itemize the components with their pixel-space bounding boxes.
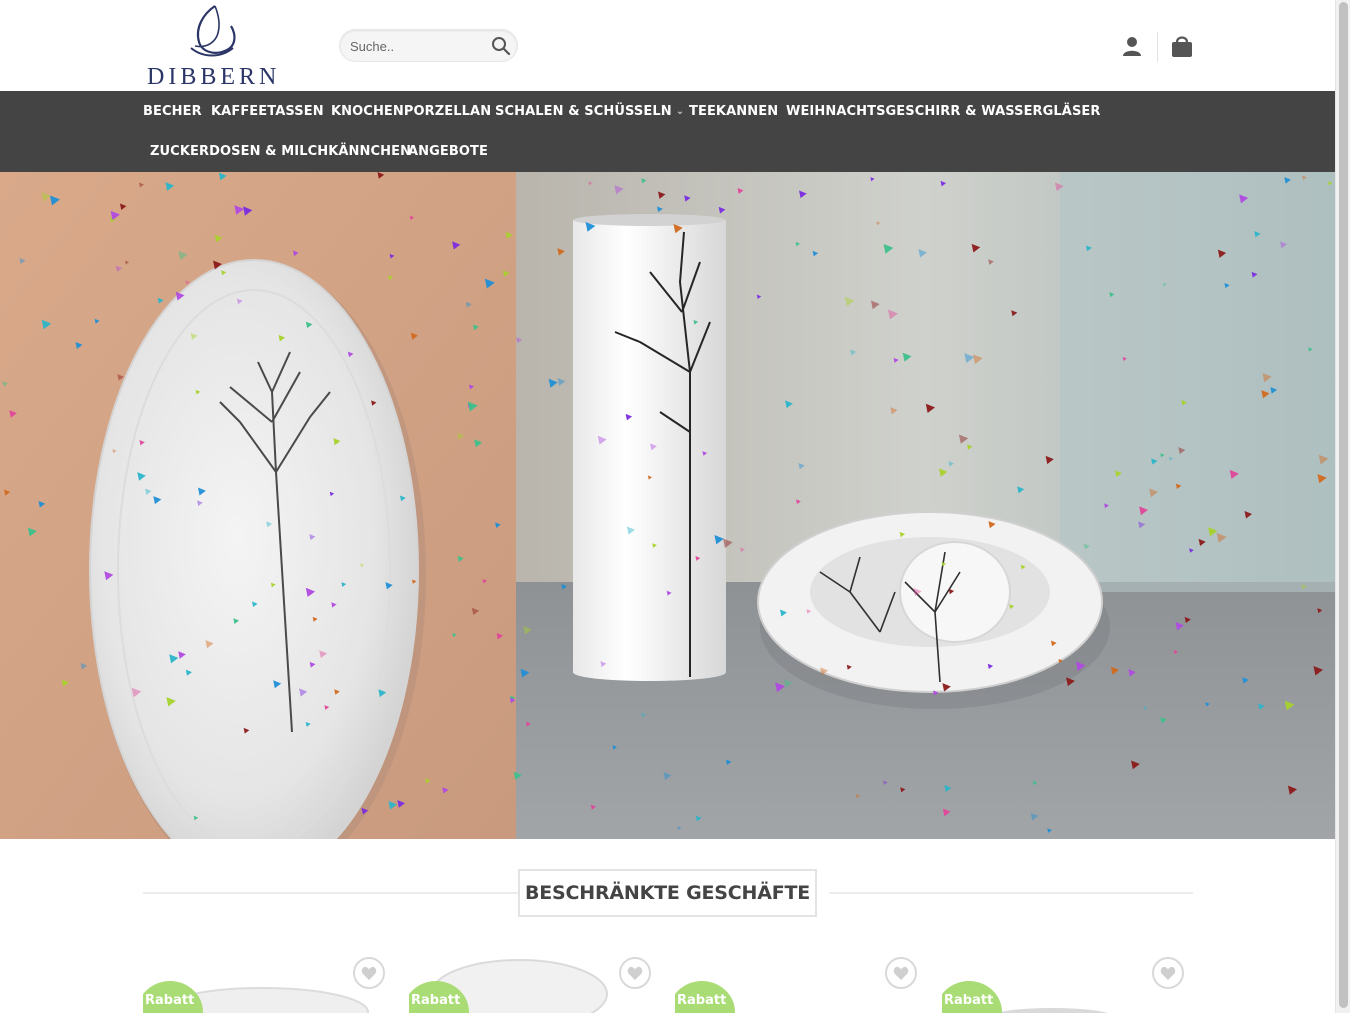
main-navigation: BECHER KAFFEETASSEN KNOCHENPORZELLAN SCH… (0, 91, 1335, 172)
wishlist-button[interactable] (353, 957, 385, 989)
wishlist-button[interactable] (1152, 957, 1184, 989)
site-header: DIBBERN (0, 0, 1335, 91)
heart-icon (1160, 966, 1176, 980)
search-button[interactable] (490, 35, 512, 57)
nav-item-label: ANGEBOTE (408, 144, 488, 159)
hero-image (0, 172, 1335, 839)
product-card[interactable]: Rabatt (942, 950, 1192, 1013)
product-card[interactable]: Rabatt (409, 950, 659, 1013)
user-icon (1123, 37, 1141, 56)
logo-bird-icon (190, 5, 236, 57)
nav-item-label: KNOCHENPORZELLAN (331, 104, 492, 119)
chevron-down-icon: ⌄ (675, 106, 685, 117)
nav-item-weihnachtsgeschirr[interactable]: WEIHNACHTSGESCHIRR & WASSERGLÄSER (786, 104, 1101, 119)
discount-badge: Rabatt (675, 981, 735, 1013)
nav-item-schalen-schuesseln[interactable]: SCHALEN & SCHÜSSELN ⌄ (495, 104, 684, 119)
product-card[interactable]: Rabatt (675, 950, 925, 1013)
account-button[interactable] (1120, 34, 1144, 58)
heart-icon (361, 966, 377, 980)
nav-item-label: KAFFEETASSEN (211, 104, 324, 119)
search-icon (492, 37, 511, 56)
search-box (339, 29, 518, 62)
logo-wordmark: DIBBERN (147, 64, 281, 90)
section-title-box: BESCHRÄNKTE GESCHÄFTE (518, 869, 817, 917)
search-input[interactable] (350, 36, 485, 56)
badge-label: Rabatt (145, 993, 195, 1008)
nav-item-angebote[interactable]: ANGEBOTE (408, 144, 488, 159)
section-heading: BESCHRÄNKTE GESCHÄFTE (143, 869, 1193, 917)
header-divider (1157, 32, 1158, 62)
page: DIBBERN BECHER (0, 0, 1335, 1013)
nav-item-label: TEEKANNEN (689, 104, 779, 119)
nav-item-teekannen[interactable]: TEEKANNEN (689, 104, 778, 119)
badge-label: Rabatt (411, 993, 461, 1008)
hero-banner[interactable] (0, 172, 1335, 839)
cart-icon (1172, 36, 1192, 57)
section-divider-left (143, 892, 518, 894)
badge-label: Rabatt (677, 993, 727, 1008)
nav-item-knochenporzellan[interactable]: KNOCHENPORZELLAN (331, 104, 491, 119)
nav-item-kaffeetassen[interactable]: KAFFEETASSEN (211, 104, 324, 119)
nav-item-label: WEIHNACHTSGESCHIRR & WASSERGLÄSER (786, 104, 1101, 119)
heart-icon (893, 966, 909, 980)
badge-label: Rabatt (944, 993, 994, 1008)
cart-button[interactable] (1170, 33, 1194, 59)
nav-item-label: BECHER (143, 104, 202, 119)
site-logo[interactable]: DIBBERN (143, 2, 283, 90)
nav-item-label: SCHALEN & SCHÜSSELN (495, 104, 672, 119)
nav-item-label: ZUCKERDOSEN & MILCHKÄNNCHEN (150, 144, 412, 159)
nav-item-zuckerdosen[interactable]: ZUCKERDOSEN & MILCHKÄNNCHEN (150, 144, 411, 159)
scrollbar-thumb[interactable] (1339, 2, 1348, 1008)
nav-item-becher[interactable]: BECHER (143, 104, 202, 119)
wishlist-button[interactable] (619, 957, 651, 989)
section-divider-right (829, 892, 1193, 894)
wishlist-button[interactable] (885, 957, 917, 989)
product-card[interactable]: Rabatt (143, 950, 393, 1013)
vertical-scrollbar[interactable] (1335, 0, 1350, 1013)
heart-icon (627, 966, 643, 980)
section-title: BESCHRÄNKTE GESCHÄFTE (524, 882, 811, 904)
